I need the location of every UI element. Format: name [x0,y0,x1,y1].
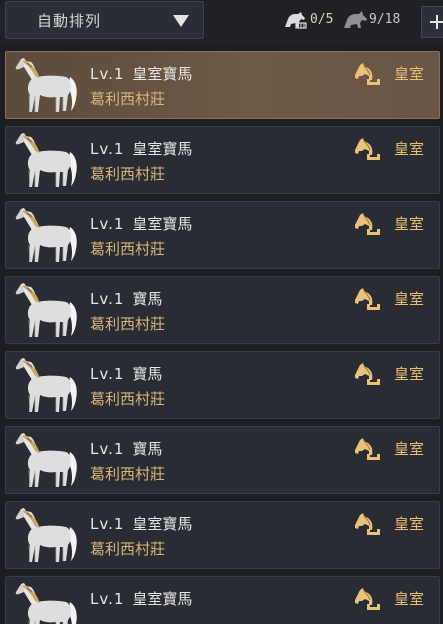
horse-head-icon [355,213,380,235]
horse-head-icon [355,288,380,310]
stall-counter: 0/5 [282,10,338,32]
horse-stall-icon [285,12,307,29]
horse-portrait [15,433,77,488]
horse-counter: 9/18 [342,10,406,32]
horse-location: 葛利西村莊 [90,165,166,183]
horse-name: 寶馬 [132,290,163,308]
horse-title: Lv.1 皇室寶馬 [90,214,192,234]
horse-location: 葛利西村莊 [90,315,166,333]
add-button[interactable] [421,6,443,38]
horse-title: Lv.1 皇室寶馬 [90,514,192,534]
horse-title: Lv.1 皇室寶馬 [90,64,192,84]
horse-name: 皇室寶馬 [132,65,193,83]
horse-list-item[interactable]: Lv.1 寶馬 葛利西村莊 皇室 [5,426,440,494]
horse-location: 葛利西村莊 [90,240,166,258]
horse-level: Lv.1 [90,515,125,533]
horse-name: 皇室寶馬 [132,515,193,533]
horse-name: 寶馬 [132,440,163,458]
horse-portrait [15,283,77,338]
triangle-down-icon [173,15,189,27]
horse-portrait [15,208,77,263]
stall-count: 0/5 [310,12,334,27]
horse-name: 皇室寶馬 [132,140,193,158]
horse-level: Lv.1 [90,65,125,83]
horse-tier: 皇室 [394,440,425,458]
horse-tier: 皇室 [394,215,425,233]
horse-list-item[interactable]: Lv.1 皇室寶馬 葛利西村莊 皇室 [5,501,440,569]
horse-location: 葛利西村莊 [90,390,166,408]
horse-portrait [15,133,77,188]
horse-count-icon [344,11,367,28]
horse-head-icon [355,138,380,160]
horse-head-icon [355,363,380,385]
horse-location: 葛利西村莊 [90,540,166,558]
horse-level: Lv.1 [90,290,125,308]
horse-portrait [15,58,77,113]
horse-head-icon [355,63,380,85]
horse-list-item[interactable]: Lv.1 皇室寶馬 葛利西村莊 皇室 [5,201,440,269]
horse-list-item[interactable]: Lv.1 寶馬 葛利西村莊 皇室 [5,276,440,344]
horse-tier: 皇室 [394,290,425,308]
horse-head-icon [355,588,380,610]
horse-portrait [15,583,77,624]
horse-location: 葛利西村莊 [90,90,166,108]
horse-portrait [15,508,77,563]
horse-level: Lv.1 [90,590,125,608]
horse-list-item[interactable]: Lv.1 皇室寶馬 葛利西村莊 皇室 [5,51,440,119]
horse-list-item[interactable]: Lv.1 皇室寶馬 皇室 [5,576,440,624]
horse-count: 9/18 [369,12,401,27]
top-toolbar: 自動排列 0/5 9/18 [0,0,443,44]
horse-level: Lv.1 [90,215,125,233]
horse-location: 葛利西村莊 [90,465,166,483]
sort-dropdown-label: 自動排列 [37,12,102,30]
horse-tier: 皇室 [394,515,425,533]
horse-head-icon [355,513,380,535]
horse-portrait [15,358,77,413]
horse-name: 寶馬 [132,365,163,383]
horse-name: 皇室寶馬 [132,215,193,233]
horse-tier: 皇室 [394,65,425,83]
horse-title: Lv.1 皇室寶馬 [90,589,192,609]
horse-list-item[interactable]: Lv.1 寶馬 葛利西村莊 皇室 [5,351,440,419]
horse-level: Lv.1 [90,365,125,383]
horse-tier: 皇室 [394,590,425,608]
horse-title: Lv.1 寶馬 [90,439,162,459]
horse-level: Lv.1 [90,440,125,458]
horse-title: Lv.1 寶馬 [90,289,162,309]
horse-title: Lv.1 皇室寶馬 [90,139,192,159]
horse-title: Lv.1 寶馬 [90,364,162,384]
horse-name: 皇室寶馬 [132,590,193,608]
horse-head-icon [355,438,380,460]
horse-level: Lv.1 [90,140,125,158]
sort-dropdown[interactable]: 自動排列 [5,1,204,39]
horse-list-item[interactable]: Lv.1 皇室寶馬 葛利西村莊 皇室 [5,126,440,194]
horse-tier: 皇室 [394,365,425,383]
horse-list[interactable]: Lv.1 皇室寶馬 葛利西村莊 皇室 Lv.1 皇室寶馬 葛利西村莊 皇室 Lv… [0,44,443,624]
horse-tier: 皇室 [394,140,425,158]
